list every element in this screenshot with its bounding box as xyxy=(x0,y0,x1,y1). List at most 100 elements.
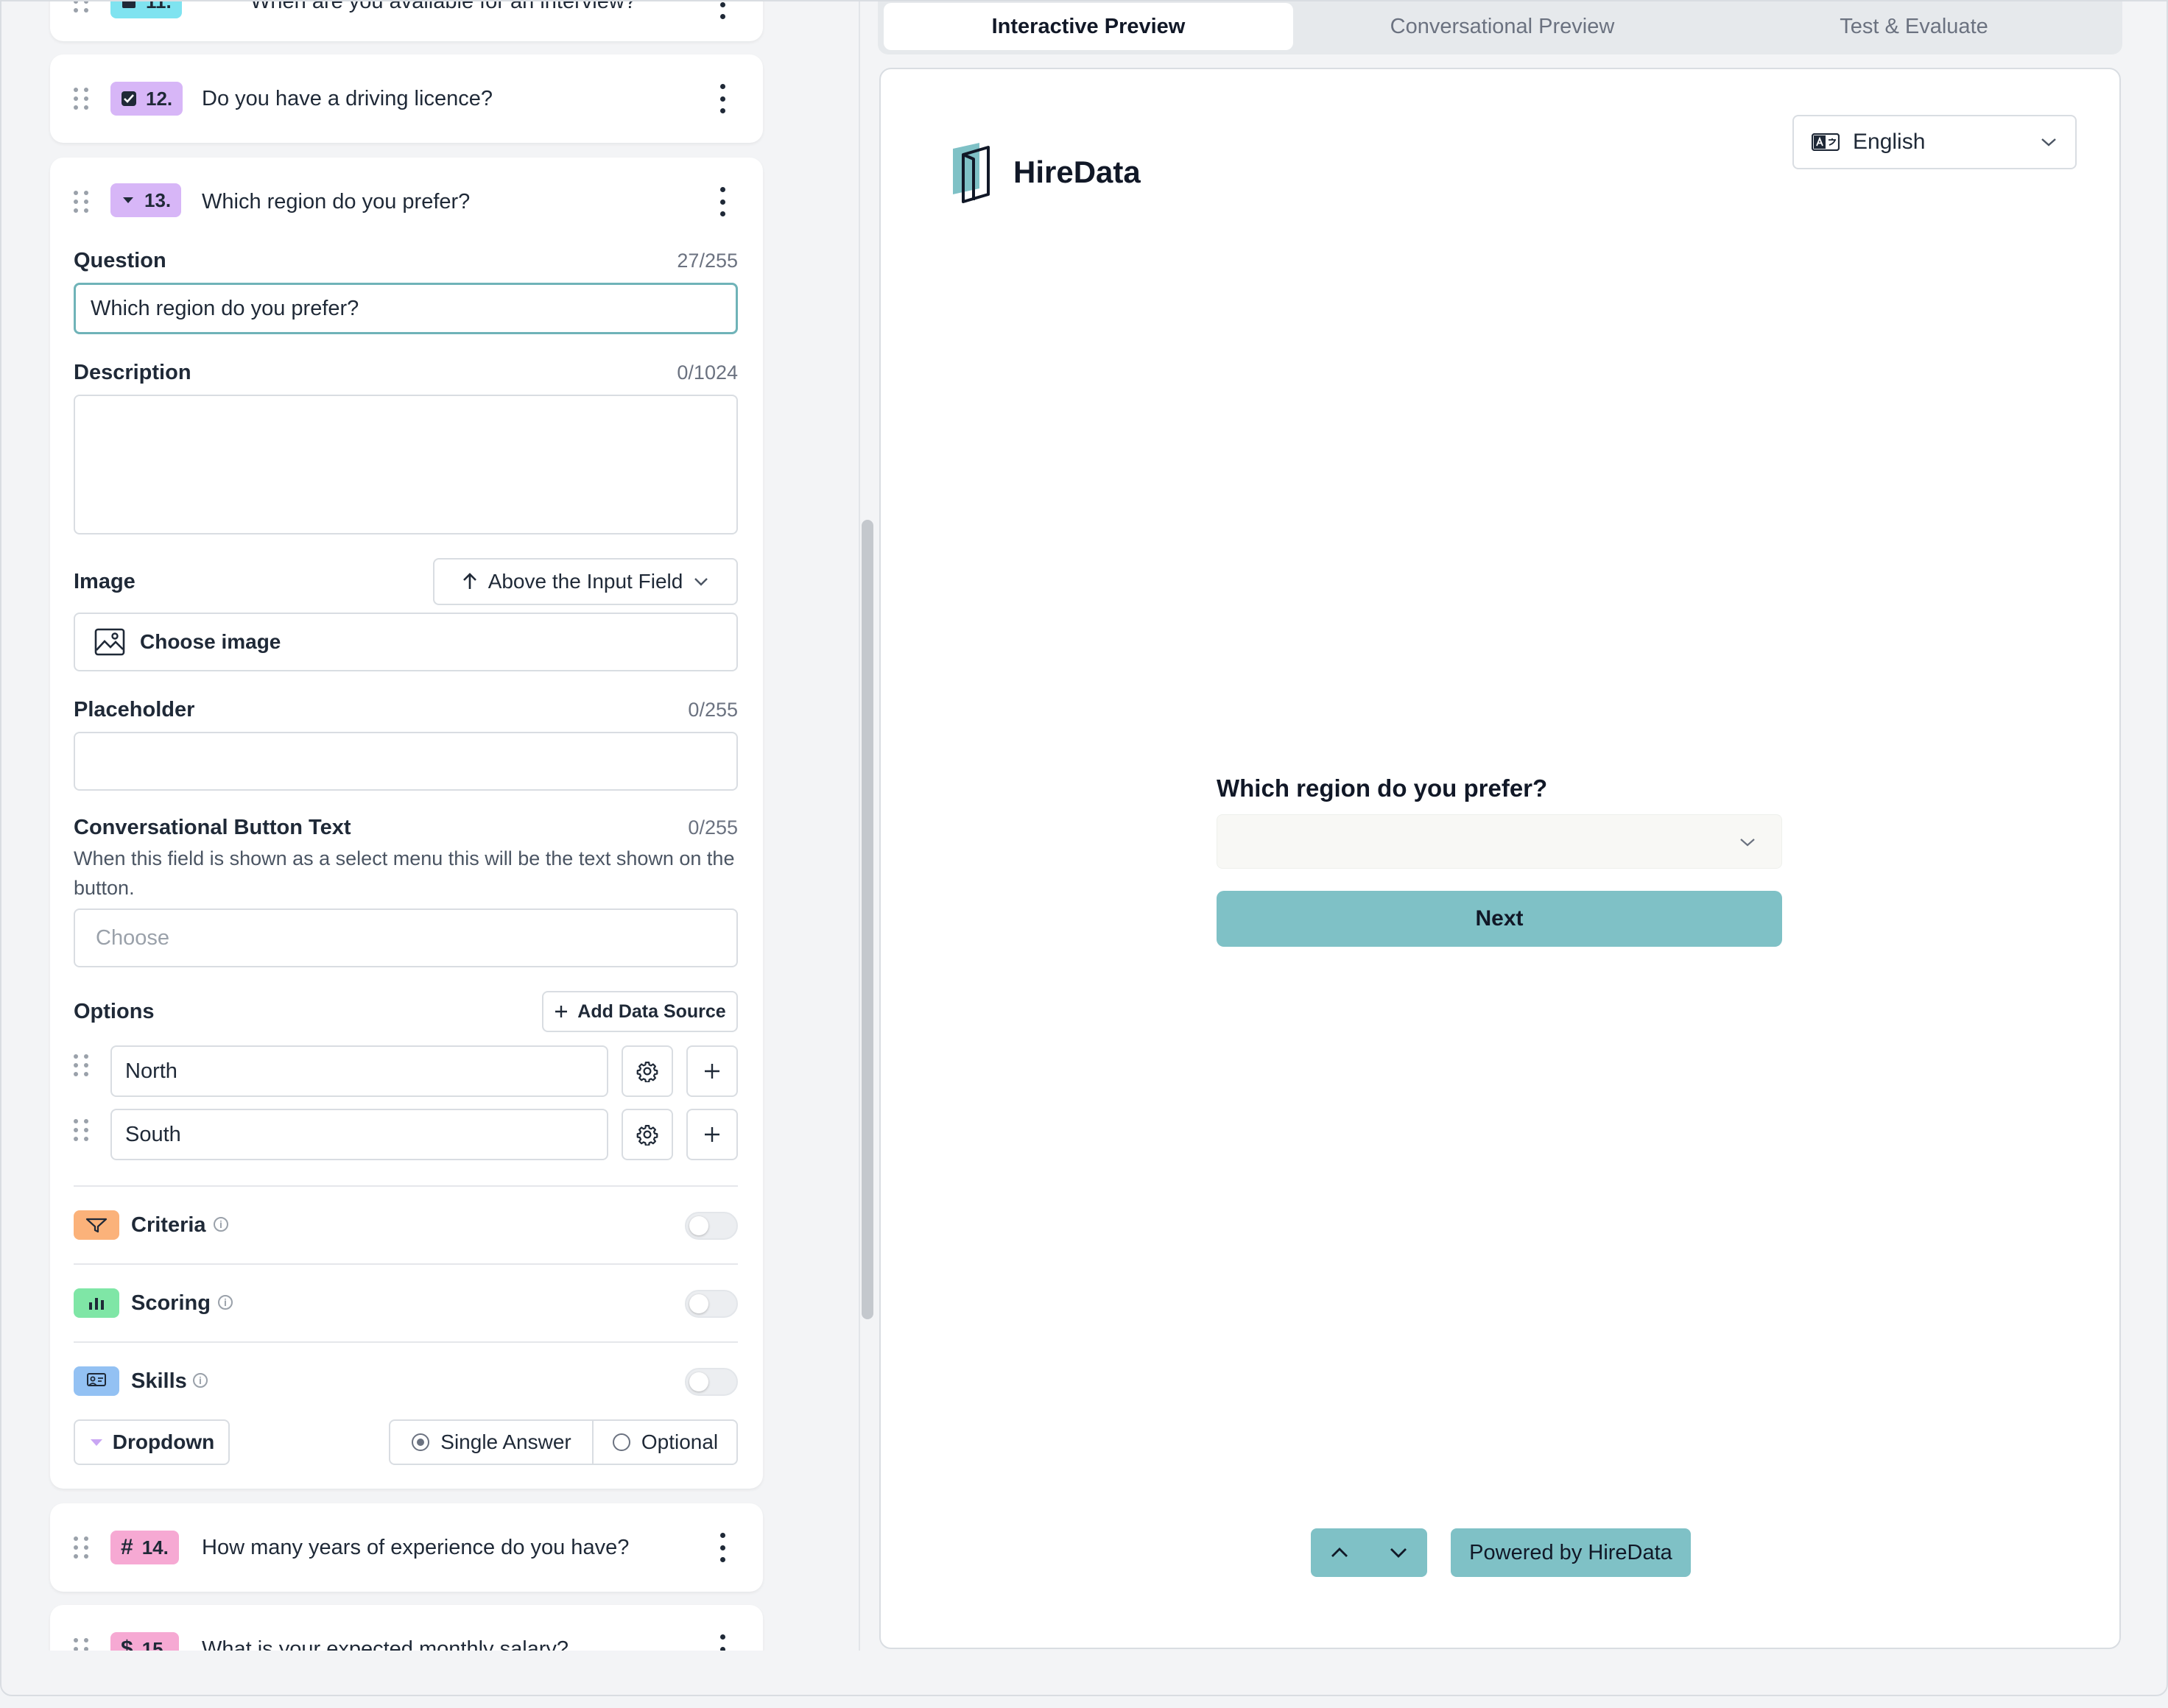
placeholder-input[interactable] xyxy=(74,732,738,791)
tab-test-evaluate[interactable]: Test & Evaluate xyxy=(1711,3,2116,50)
criteria-row: Criteria i xyxy=(74,1209,738,1241)
skills-icon xyxy=(74,1366,119,1396)
more-options-icon[interactable] xyxy=(719,1634,726,1651)
option-drag-handle-icon[interactable] xyxy=(74,1053,90,1078)
hash-icon: # xyxy=(121,1535,133,1559)
question-label: Question xyxy=(74,249,166,272)
more-options-icon[interactable] xyxy=(719,1533,726,1562)
gear-icon xyxy=(636,1125,658,1146)
scoring-toggle[interactable] xyxy=(685,1290,738,1318)
more-options-icon[interactable] xyxy=(719,84,726,113)
placeholder-label: Placeholder xyxy=(74,698,195,721)
option-input[interactable]: South xyxy=(110,1109,608,1160)
option-add-button[interactable] xyxy=(686,1109,738,1160)
question-title: What is your expected monthly salary? xyxy=(202,1637,569,1651)
image-position-select[interactable]: Above the Input Field xyxy=(433,558,738,605)
question-title: Do you have a driving licence? xyxy=(202,87,493,110)
conversational-button-input[interactable]: Choose xyxy=(74,908,738,967)
brand-name: HireData xyxy=(1013,155,1141,189)
hiredata-logo-icon xyxy=(953,143,990,203)
chevron-down-icon xyxy=(1740,839,1755,847)
checkbox-icon xyxy=(122,91,136,106)
interactive-preview-frame: HireData English Which region do you pre… xyxy=(879,68,2121,1649)
drag-handle-icon[interactable] xyxy=(74,189,90,214)
criteria-label: Criteria xyxy=(131,1213,206,1237)
radio-unchecked-icon xyxy=(612,1433,630,1451)
question-title: Which region do you prefer? xyxy=(202,190,471,214)
tab-conversational-preview[interactable]: Conversational Preview xyxy=(1298,3,1707,50)
drag-handle-icon[interactable] xyxy=(74,1,90,14)
more-options-icon[interactable] xyxy=(719,187,726,216)
image-icon xyxy=(94,628,125,656)
next-button[interactable]: Next xyxy=(1217,891,1782,947)
preview-region-select[interactable] xyxy=(1217,814,1782,869)
single-answer-button[interactable]: Single Answer xyxy=(389,1419,594,1465)
conversational-button-label: Conversational Button Text xyxy=(74,816,351,839)
dropdown-caret-icon xyxy=(90,1439,102,1446)
question-title: When are you available for an interview? xyxy=(250,1,636,13)
option-add-button[interactable] xyxy=(686,1045,738,1097)
question-badge: # 14. xyxy=(110,1531,179,1564)
info-icon[interactable]: i xyxy=(193,1373,208,1388)
gear-icon xyxy=(636,1062,658,1082)
drag-handle-icon[interactable] xyxy=(74,1535,90,1560)
language-select[interactable]: English xyxy=(1792,115,2077,169)
language-icon xyxy=(1812,133,1840,151)
divider xyxy=(74,1185,738,1187)
description-char-count: 0/1024 xyxy=(677,361,738,384)
scoring-label: Scoring xyxy=(131,1291,211,1315)
question-input[interactable]: Which region do you prefer? xyxy=(74,283,738,334)
previous-question-button[interactable] xyxy=(1311,1528,1368,1577)
info-icon[interactable]: i xyxy=(214,1217,228,1232)
radio-checked-icon xyxy=(412,1433,430,1451)
question-card-11[interactable]: 11. When are you available for an interv… xyxy=(50,1,763,41)
question-badge: 11. xyxy=(110,1,182,18)
divider xyxy=(74,1341,738,1343)
options-label: Options xyxy=(74,1000,155,1023)
drag-handle-icon[interactable] xyxy=(74,1637,90,1651)
optional-button[interactable]: Optional xyxy=(592,1419,738,1465)
description-textarea[interactable] xyxy=(74,395,738,534)
powered-by-badge[interactable]: Powered by HireData xyxy=(1451,1528,1691,1577)
info-icon[interactable]: i xyxy=(218,1295,233,1310)
placeholder-char-count: 0/255 xyxy=(688,699,738,721)
more-options-icon[interactable] xyxy=(719,1,726,19)
tab-interactive-preview[interactable]: Interactive Preview xyxy=(884,3,1293,50)
next-question-button[interactable] xyxy=(1370,1528,1427,1577)
option-input[interactable]: North xyxy=(110,1045,608,1097)
nav-buttons xyxy=(1311,1528,1427,1577)
preview-panel: Interactive Preview Conversational Previ… xyxy=(878,1,2122,1651)
skills-label: Skills xyxy=(131,1369,187,1393)
app-window: 11. When are you available for an interv… xyxy=(0,0,2168,1696)
option-settings-button[interactable] xyxy=(622,1045,673,1097)
question-number: 14. xyxy=(141,1536,169,1559)
conversational-button-char-count: 0/255 xyxy=(688,816,738,839)
criteria-toggle[interactable] xyxy=(685,1212,738,1240)
option-settings-button[interactable] xyxy=(622,1109,673,1160)
add-data-source-button[interactable]: Add Data Source xyxy=(542,991,738,1032)
chevron-down-icon xyxy=(1390,1548,1407,1558)
dropdown-caret-icon xyxy=(123,197,133,203)
preview-tabs: Interactive Preview Conversational Previ… xyxy=(878,1,2122,54)
plus-icon xyxy=(705,1127,719,1142)
question-card-12[interactable]: 12. Do you have a driving licence? xyxy=(50,54,763,143)
question-type-button[interactable]: Dropdown xyxy=(74,1419,230,1465)
question-card-15[interactable]: $ 15. What is your expected monthly sala… xyxy=(50,1605,763,1651)
question-number: 15. xyxy=(141,1637,169,1651)
drag-handle-icon[interactable] xyxy=(74,86,90,111)
scrollbar-thumb[interactable] xyxy=(862,520,873,1319)
question-number: 11. xyxy=(146,1,172,13)
choose-image-button[interactable]: Choose image xyxy=(74,613,738,671)
chevron-down-icon xyxy=(694,578,708,586)
chevron-up-icon xyxy=(1331,1548,1348,1557)
question-number: 12. xyxy=(146,87,173,110)
image-label: Image xyxy=(74,570,136,593)
preview-question-label: Which region do you prefer? xyxy=(1217,774,1548,802)
skills-row: Skills i xyxy=(74,1365,738,1397)
bar-chart-icon xyxy=(74,1288,119,1318)
divider xyxy=(74,1263,738,1265)
skills-toggle[interactable] xyxy=(685,1368,738,1396)
scrollbar-track xyxy=(859,1,860,1651)
question-card-14[interactable]: # 14. How many years of experience do yo… xyxy=(50,1503,763,1592)
option-drag-handle-icon[interactable] xyxy=(74,1118,90,1143)
